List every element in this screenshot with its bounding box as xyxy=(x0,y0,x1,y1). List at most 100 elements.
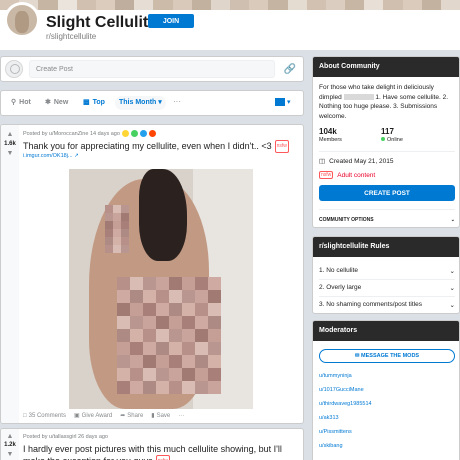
censor-tile xyxy=(113,245,121,253)
censor-tile xyxy=(121,237,129,245)
rule-item[interactable]: 3. No shaming comments/post titles ⌄ xyxy=(319,301,455,309)
banner-tile xyxy=(268,0,288,10)
rule-item[interactable]: 2. Overly large ⌄ xyxy=(319,284,455,292)
censor-tile xyxy=(113,221,121,229)
members-label: Members xyxy=(319,137,342,143)
create-post-button[interactable]: CREATE POST xyxy=(319,185,455,201)
censor-tile xyxy=(156,303,169,316)
sort-hot-label: Hot xyxy=(19,98,31,106)
censor-tile xyxy=(117,342,130,355)
censor-tile xyxy=(208,290,221,303)
banner-tile xyxy=(287,0,307,10)
post-more-button[interactable]: ··· xyxy=(178,413,184,419)
moderator-link[interactable]: u/skibang xyxy=(319,443,343,449)
upvote-icon[interactable]: ▲ xyxy=(5,433,15,440)
chevron-down-icon: ⌄ xyxy=(449,268,455,275)
give-award-label: Give Award xyxy=(81,412,113,419)
censor-tile xyxy=(105,213,113,221)
gift-icon: ▣ xyxy=(73,413,80,419)
censor-tile xyxy=(156,316,169,329)
sort-top[interactable]: ▩ Top xyxy=(83,98,105,107)
censor-tile xyxy=(195,290,208,303)
message-mods-label: MESSAGE THE MODS xyxy=(361,353,420,359)
rule-item[interactable]: 1. No cellulite ⌄ xyxy=(319,267,455,275)
post-link[interactable]: i.imgur.com/OK18j... ↗ xyxy=(23,153,79,159)
sort-more-button[interactable]: ··· xyxy=(173,97,181,106)
censor-tile xyxy=(195,329,208,342)
link-icon[interactable]: 🔗 xyxy=(283,63,297,77)
post-title[interactable]: I hardly ever post pictures with this mu… xyxy=(23,444,299,460)
divider xyxy=(319,279,455,280)
moderator-link[interactable]: u/tummyninja xyxy=(319,373,352,379)
moderator-link[interactable]: u/thirdwaveg1985514 xyxy=(319,401,372,407)
community-header: Slight Cellulite r/slightcellulite JOIN xyxy=(0,2,460,50)
censor-tile xyxy=(156,342,169,355)
message-mods-button[interactable]: ✉ MESSAGE THE MODS xyxy=(319,349,455,363)
censor-tile xyxy=(130,316,143,329)
censor-tile xyxy=(130,355,143,368)
moderator-link[interactable]: u/Pissmittens xyxy=(319,429,352,435)
banner-tile xyxy=(402,0,422,10)
sort-period-dropdown[interactable]: This Month ▾ xyxy=(115,96,166,110)
divider xyxy=(319,296,455,297)
community-avatar xyxy=(4,2,40,38)
create-post-bar: 🔗 xyxy=(0,56,304,82)
nsfw-badge: nsfw xyxy=(319,171,334,179)
award-icon xyxy=(139,130,147,137)
censor-tile xyxy=(143,368,156,381)
censor-tile xyxy=(105,245,113,253)
censor-tile xyxy=(121,245,129,253)
banner-tile xyxy=(306,0,326,10)
sort-hot[interactable]: ⚲ Hot xyxy=(11,98,31,107)
censor-tile xyxy=(117,381,130,394)
downvote-icon[interactable]: ▼ xyxy=(5,451,15,458)
censor-tile xyxy=(105,221,113,229)
censor-tile xyxy=(121,229,129,237)
censor-tile xyxy=(169,303,182,316)
banner-tile xyxy=(134,0,154,10)
create-post-input[interactable] xyxy=(29,60,275,78)
censor-tile xyxy=(105,229,113,237)
user-avatar-icon[interactable] xyxy=(5,60,23,78)
give-award-button[interactable]: ▣ Give Award xyxy=(73,412,113,420)
community-options-toggle[interactable]: COMMUNITY OPTIONS ⌄ xyxy=(319,217,455,223)
censor-tile xyxy=(182,342,195,355)
censor-tile xyxy=(105,205,113,213)
post-title[interactable]: Thank you for appreciating my cellulite,… xyxy=(23,140,299,153)
sort-period-label: This Month xyxy=(119,99,157,106)
award-icon xyxy=(148,130,156,137)
sort-new[interactable]: ✱ New xyxy=(45,98,68,107)
banner-tile xyxy=(249,0,269,10)
moderator-link[interactable]: u/ak313 xyxy=(319,415,339,421)
moderator-link[interactable]: u/1017GucciMane xyxy=(319,387,364,393)
post-image[interactable] xyxy=(69,169,253,409)
censor-tile xyxy=(143,316,156,329)
censor-tile xyxy=(169,355,182,368)
post-card[interactable]: ▲ 1.6k ▼ Posted by u/MoroccanZine 14 day… xyxy=(0,124,304,424)
post-card[interactable]: ▲ 1.2k ▼ Posted by u/tallassgirl 26 days… xyxy=(0,428,304,460)
post-score: 1.2k xyxy=(4,442,16,448)
bookmark-icon: ▮ xyxy=(151,413,155,419)
online-label: Online xyxy=(387,137,403,143)
censor-tile xyxy=(208,329,221,342)
censor-tile xyxy=(117,277,130,290)
downvote-icon[interactable]: ▼ xyxy=(5,150,15,157)
comments-button[interactable]: □ 35 Comments xyxy=(23,413,66,419)
save-button[interactable]: ▮ Save xyxy=(151,412,170,420)
censor-tile xyxy=(156,277,169,290)
censor-tile xyxy=(182,290,195,303)
upvote-icon[interactable]: ▲ xyxy=(5,131,15,138)
rule-label: 3. No shaming comments/post titles xyxy=(319,301,422,308)
chevron-down-icon: ⌄ xyxy=(449,285,455,292)
censor-tile xyxy=(156,368,169,381)
view-toggle[interactable]: ▾ xyxy=(275,97,297,109)
censor-tile xyxy=(143,381,156,394)
censor-tile xyxy=(143,290,156,303)
censor-tile xyxy=(143,355,156,368)
divider xyxy=(319,209,455,210)
banner-tile xyxy=(364,0,384,10)
censor-tile xyxy=(208,342,221,355)
join-button[interactable]: JOIN xyxy=(148,14,194,28)
banner-tile xyxy=(325,0,346,10)
share-button[interactable]: ➦ Share xyxy=(120,412,143,420)
